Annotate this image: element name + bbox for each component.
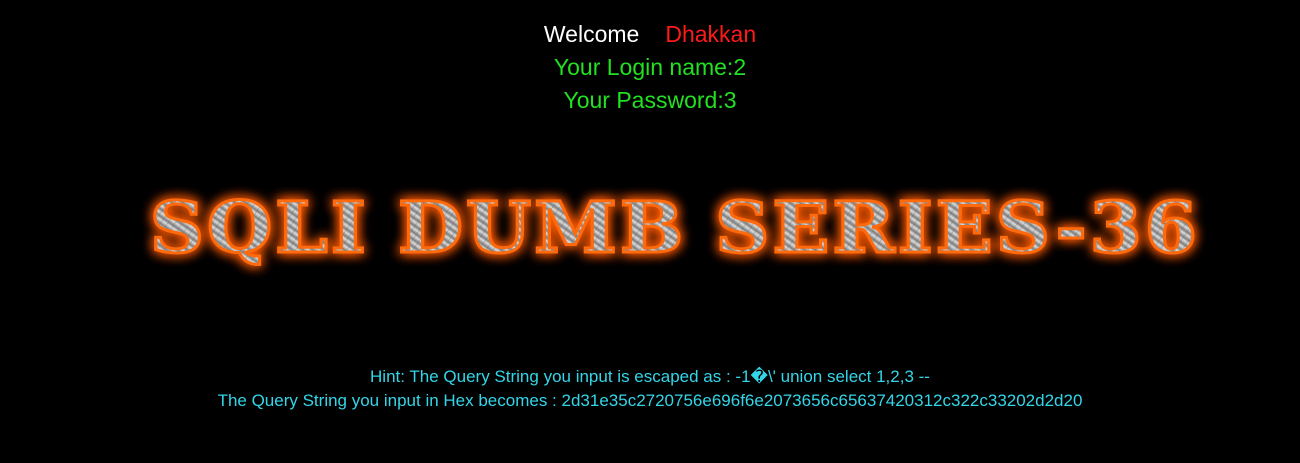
escaped-query-hint: Hint: The Query String you input is esca… (370, 367, 930, 386)
welcome-block: Welcome Dhakkan Your Login name:2 Your Pa… (0, 18, 1300, 117)
hint-block: Hint: The Query String you input is esca… (0, 365, 1300, 413)
username: Dhakkan (665, 21, 757, 47)
login-name-text: Your Login name:2 (553, 54, 747, 80)
banner-logo: SQLI DUMB SERIES-36 (149, 185, 1200, 271)
welcome-line: Welcome Dhakkan (0, 18, 1300, 51)
welcome-label: Welcome (543, 21, 640, 47)
banner-title: SQLI DUMB SERIES-36 (150, 186, 1200, 269)
banner-image: SQLI DUMB SERIES-36 (0, 180, 1300, 280)
hex-query-hint: The Query String you input in Hex become… (217, 391, 1083, 410)
password-text: Your Password:3 (563, 87, 737, 113)
